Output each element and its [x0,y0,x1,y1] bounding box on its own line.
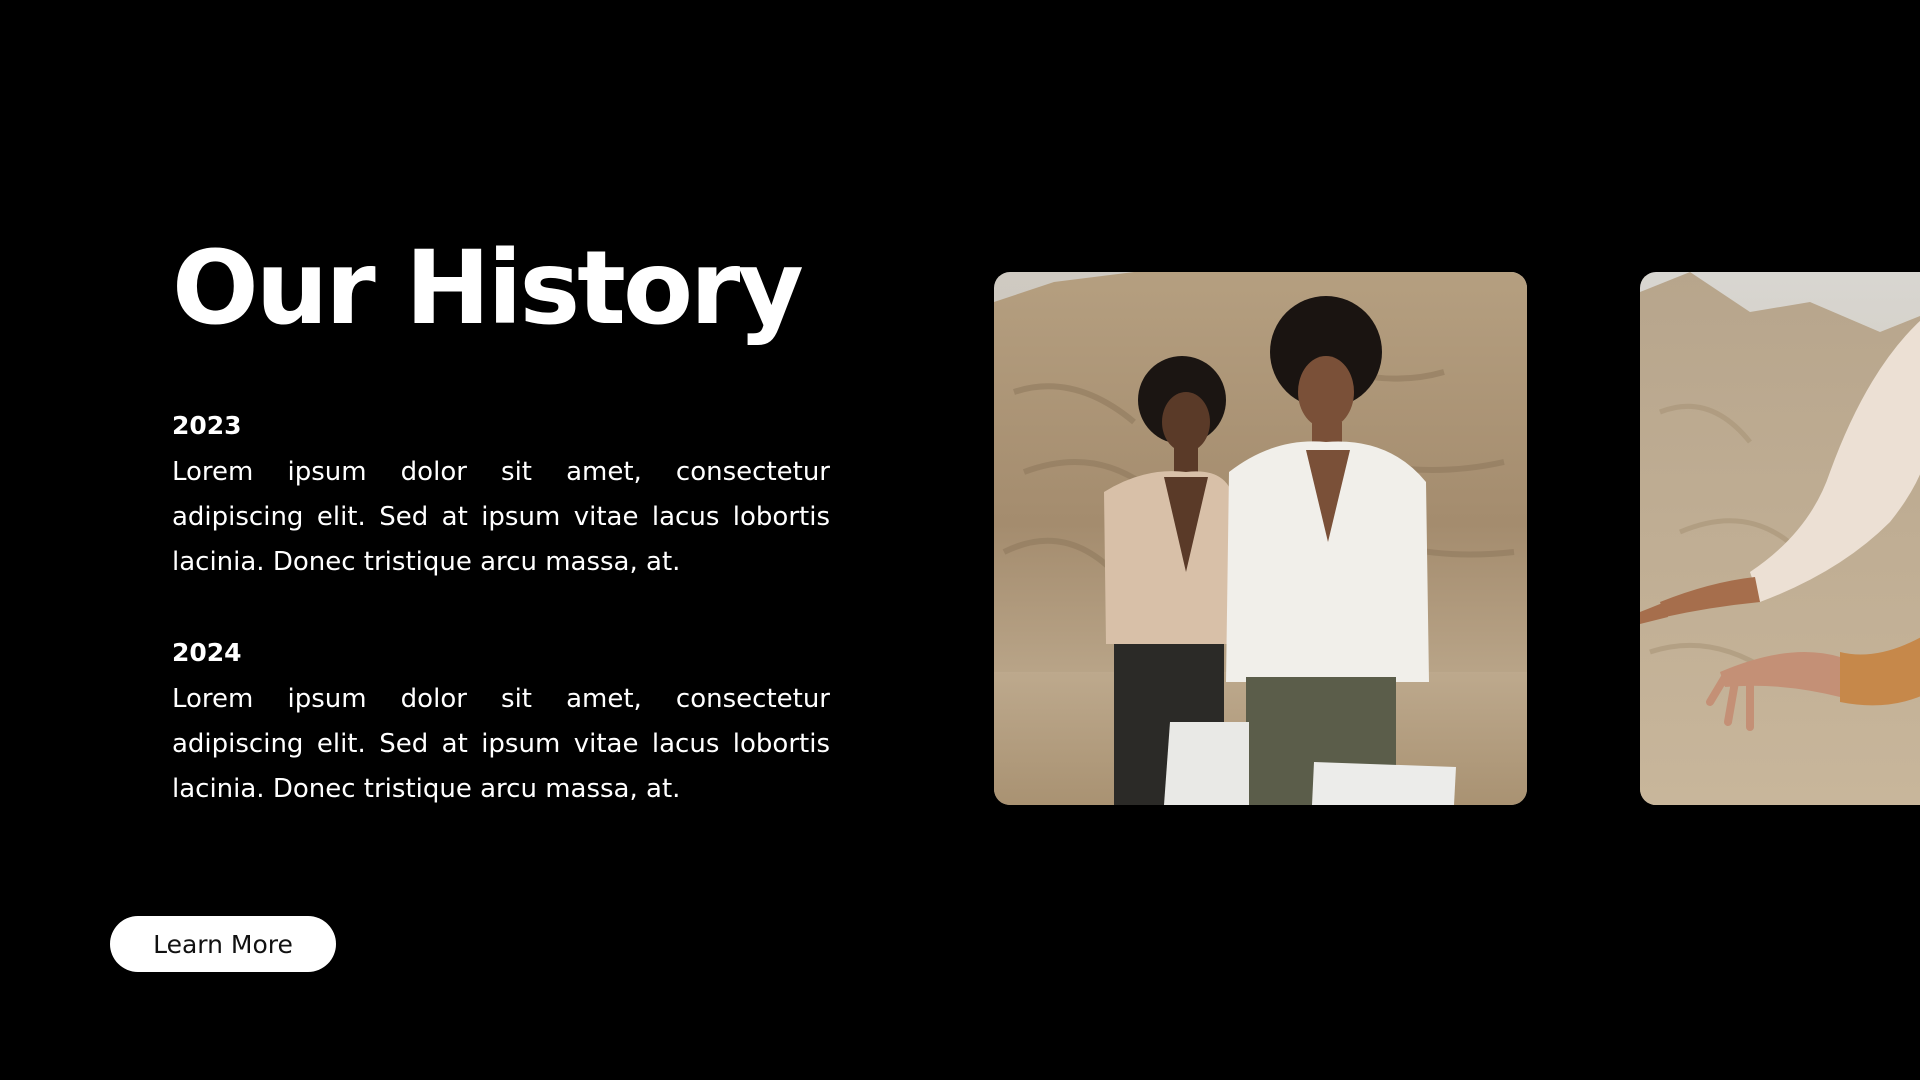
gallery-photo-hands [1640,272,1920,805]
photo-two-models-desert-icon [994,272,1527,805]
history-year: 2023 [172,411,242,440]
history-entry-2023: 2023 Lorem ipsum dolor sit amet, consect… [172,409,830,585]
history-entry-2024: 2024 Lorem ipsum dolor sit amet, consect… [172,636,830,812]
history-year: 2024 [172,638,242,667]
learn-more-button[interactable]: Learn More [110,916,336,972]
gallery-photo-models [994,272,1527,805]
history-text: Lorem ipsum dolor sit amet, consectetur … [172,457,830,577]
photo-hands-reaching-desert-icon [1640,272,1920,805]
page-title: Our History [172,229,804,348]
history-text: Lorem ipsum dolor sit amet, consectetur … [172,684,830,804]
